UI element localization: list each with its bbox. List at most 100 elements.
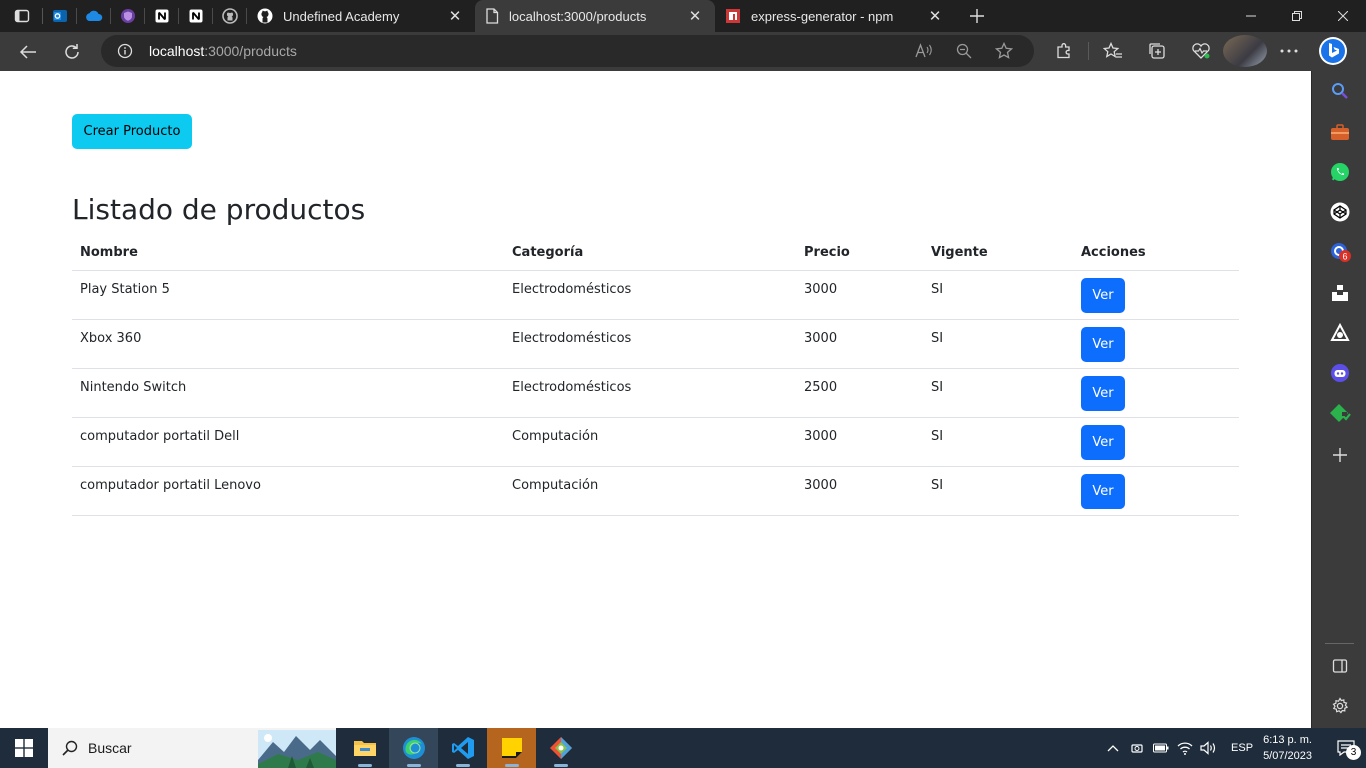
onedrive-icon	[85, 10, 103, 22]
avatar	[1223, 35, 1267, 67]
pinned-tab-outlook[interactable]	[43, 0, 77, 32]
table-row: computador portatil Lenovo Computación 3…	[72, 466, 1239, 516]
products-table: Nombre Categoría Precio Vigente Acciones…	[72, 235, 1239, 516]
tab-express-generator[interactable]: express-generator - npm ✕	[715, 0, 955, 32]
tray-time: 6:13 p. m.	[1263, 734, 1312, 746]
tray-camera-icon[interactable]	[1125, 741, 1149, 755]
cell-acciones: Ver	[1073, 417, 1239, 467]
tray-language[interactable]: ESP	[1231, 742, 1253, 754]
sticky-notes-icon	[501, 737, 523, 759]
collections-icon[interactable]	[1135, 35, 1179, 67]
extensions-icon[interactable]	[1042, 35, 1086, 67]
plus-icon	[969, 8, 985, 24]
tray-chevron-up-icon[interactable]	[1101, 744, 1125, 752]
cell-precio: 3000	[796, 319, 923, 369]
sidebar-codepen-icon[interactable]	[1326, 198, 1354, 226]
cell-nombre: Play Station 5	[72, 270, 504, 320]
sidebar-split-icon[interactable]	[1326, 652, 1354, 680]
taskbar-edge[interactable]	[389, 728, 438, 768]
cell-precio: 3000	[796, 466, 923, 516]
profile-avatar[interactable]	[1223, 35, 1267, 67]
restore-button[interactable]	[1274, 0, 1320, 32]
pinned-tab-extension[interactable]	[111, 0, 145, 32]
cell-categoria: Computación	[504, 466, 796, 516]
refresh-button[interactable]	[54, 36, 90, 68]
sidebar-divider	[1325, 643, 1354, 644]
tab-close-icon[interactable]: ✕	[925, 6, 945, 26]
view-button[interactable]: Ver	[1081, 326, 1125, 362]
tray-wifi-icon[interactable]	[1173, 741, 1197, 755]
site-info-icon[interactable]	[109, 43, 141, 59]
tab-title: express-generator - npm	[751, 8, 894, 24]
tab-title: Undefined Academy	[283, 8, 400, 24]
cell-nombre: computador portatil Dell	[72, 417, 504, 467]
sidebar-outlook-icon[interactable]: 6	[1326, 238, 1354, 266]
refresh-icon	[63, 43, 81, 61]
read-aloud-icon[interactable]	[904, 43, 944, 59]
tab-localhost-products[interactable]: localhost:3000/products ✕	[475, 0, 715, 32]
shield-extension-icon	[120, 8, 136, 24]
view-button[interactable]: Ver	[1081, 473, 1125, 509]
tab-close-icon[interactable]: ✕	[685, 6, 705, 26]
edge-browser-icon	[402, 736, 426, 760]
edge-sidebar: 6	[1311, 71, 1366, 728]
taskbar-git-gui[interactable]	[536, 728, 585, 768]
favorite-star-icon[interactable]	[984, 42, 1024, 60]
taskbar-search[interactable]: Buscar	[48, 728, 336, 768]
sidebar-search-icon[interactable]	[1326, 77, 1354, 105]
tab-actions	[0, 0, 43, 32]
url-path: :3000/products	[204, 43, 297, 59]
sidebar-unsplash-icon[interactable]	[1326, 279, 1354, 307]
pinned-tab-onedrive[interactable]	[77, 0, 111, 32]
sidebar-feedly-icon[interactable]	[1326, 399, 1354, 427]
taskbar-sticky-notes[interactable]	[487, 728, 536, 768]
sidebar-add-icon[interactable]	[1326, 441, 1354, 469]
sidebar-whatsapp-icon[interactable]	[1326, 158, 1354, 186]
github-icon	[222, 8, 238, 24]
browser-tool-icons	[1042, 35, 1355, 67]
tab-close-icon[interactable]: ✕	[445, 6, 465, 26]
create-product-button[interactable]: Crear Producto	[72, 114, 192, 149]
view-button[interactable]: Ver	[1081, 375, 1125, 411]
sidebar-messenger-icon[interactable]	[1326, 359, 1354, 387]
close-window-button[interactable]	[1320, 0, 1366, 32]
start-button[interactable]	[0, 728, 48, 768]
view-button[interactable]: Ver	[1081, 424, 1125, 460]
zoom-out-icon[interactable]	[944, 43, 984, 59]
address-bar[interactable]: localhost:3000/products	[101, 35, 1034, 67]
back-button[interactable]	[10, 36, 46, 68]
browser-toolbar: localhost:3000/products	[0, 32, 1366, 71]
github-icon	[257, 8, 273, 24]
pinned-tab-github[interactable]	[213, 0, 247, 32]
cell-acciones: Ver	[1073, 319, 1239, 369]
table-row: computador portatil Dell Computación 300…	[72, 417, 1239, 467]
tray-battery-icon[interactable]	[1149, 743, 1173, 753]
table-header-row: Nombre Categoría Precio Vigente Acciones	[72, 235, 1239, 271]
new-tab-button[interactable]	[961, 0, 993, 32]
cell-vigente: SI	[923, 368, 1073, 418]
tab-undefined-academy[interactable]: Undefined Academy ✕	[247, 0, 475, 32]
notification-center-button[interactable]: 3	[1326, 728, 1366, 768]
taskbar-file-explorer[interactable]	[340, 728, 389, 768]
toolbar-separator	[1088, 42, 1089, 60]
bing-chat-icon[interactable]	[1311, 35, 1355, 67]
settings-more-icon[interactable]	[1267, 35, 1311, 67]
pinned-tab-notion-2[interactable]	[179, 0, 213, 32]
minimize-button[interactable]	[1228, 0, 1274, 32]
tray-volume-icon[interactable]	[1197, 741, 1221, 755]
cell-categoria: Electrodomésticos	[504, 270, 796, 320]
tray-clock[interactable]: 6:13 p. m. 5/07/2023	[1263, 732, 1312, 764]
sidebar-settings-gear-icon[interactable]	[1326, 692, 1354, 720]
tab-title: localhost:3000/products	[509, 8, 647, 24]
browser-essentials-icon[interactable]	[1179, 35, 1223, 67]
view-button[interactable]: Ver	[1081, 277, 1125, 313]
sidebar-anime-icon[interactable]	[1326, 319, 1354, 347]
sidebar-tools-icon[interactable]	[1326, 118, 1354, 146]
cell-vigente: SI	[923, 417, 1073, 467]
pinned-tab-notion-1[interactable]	[145, 0, 179, 32]
tab-actions-menu-icon[interactable]	[6, 0, 38, 32]
taskbar-vscode[interactable]	[438, 728, 487, 768]
cell-acciones: Ver	[1073, 270, 1239, 320]
notion-icon	[188, 8, 204, 24]
favorites-icon[interactable]	[1091, 35, 1135, 67]
